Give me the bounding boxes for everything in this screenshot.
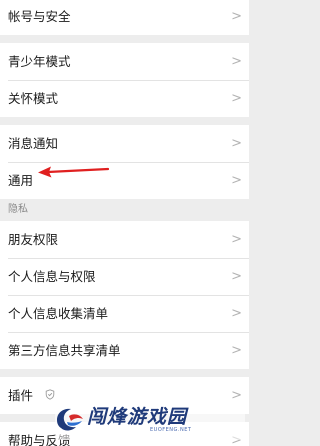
privacy-group: 朋友权限 > 个人信息与权限 > 个人信息收集清单 > 第三方信息共享清单 > bbox=[0, 221, 249, 369]
settings-item-personal-info-collection[interactable]: 个人信息收集清单 > bbox=[0, 295, 249, 332]
watermark-subtext: EUOFENG.NET bbox=[150, 427, 192, 433]
chevron-right-icon: > bbox=[231, 343, 242, 358]
group-divider bbox=[0, 117, 249, 125]
settings-item-care-mode[interactable]: 关怀模式 > bbox=[0, 80, 249, 117]
settings-item-label: 消息通知 bbox=[8, 136, 59, 151]
group-divider bbox=[0, 369, 249, 377]
account-group: 帐号与安全 > bbox=[0, 0, 249, 35]
chevron-right-icon: > bbox=[231, 173, 242, 188]
settings-item-label: 朋友权限 bbox=[8, 232, 59, 247]
settings-item-friend-permissions[interactable]: 朋友权限 > bbox=[0, 221, 249, 258]
chevron-right-icon: > bbox=[231, 136, 242, 151]
chevron-right-icon: > bbox=[231, 54, 242, 69]
watermark-logo: 闯烽游戏园 EUOFENG.NET bbox=[55, 400, 245, 440]
general-group: 消息通知 > 通用 > bbox=[0, 125, 249, 199]
settings-item-teen-mode[interactable]: 青少年模式 > bbox=[0, 43, 249, 80]
privacy-section-label: 隐私 bbox=[0, 199, 249, 221]
chevron-right-icon: > bbox=[231, 232, 242, 247]
settings-screen: 帐号与安全 > 青少年模式 > 关怀模式 > 消息通知 > 通用 > 隐私 朋友… bbox=[0, 0, 249, 446]
settings-item-label: 第三方信息共享清单 bbox=[8, 343, 121, 358]
settings-item-third-party-sharing[interactable]: 第三方信息共享清单 > bbox=[0, 332, 249, 369]
watermark-text: 闯烽游戏园 bbox=[87, 406, 188, 428]
settings-item-label: 个人信息与权限 bbox=[8, 269, 96, 284]
settings-item-label: 帐号与安全 bbox=[8, 9, 71, 24]
watermark-emblem-icon bbox=[57, 408, 83, 431]
chevron-right-icon: > bbox=[231, 269, 242, 284]
settings-item-label: 关怀模式 bbox=[8, 91, 59, 106]
settings-item-label: 青少年模式 bbox=[8, 54, 71, 69]
settings-item-personal-info-permissions[interactable]: 个人信息与权限 > bbox=[0, 258, 249, 295]
chevron-right-icon: > bbox=[231, 91, 242, 106]
chevron-right-icon: > bbox=[231, 306, 242, 321]
mode-group: 青少年模式 > 关怀模式 > bbox=[0, 43, 249, 117]
chevron-right-icon: > bbox=[231, 9, 242, 24]
red-arrow-pointing-left-icon bbox=[38, 166, 110, 178]
settings-item-notifications[interactable]: 消息通知 > bbox=[0, 125, 249, 162]
settings-item-label: 个人信息收集清单 bbox=[8, 306, 109, 321]
settings-item-label: 插件 bbox=[8, 388, 34, 403]
settings-item-account-security[interactable]: 帐号与安全 > bbox=[0, 0, 249, 35]
settings-item-label: 通用 bbox=[8, 173, 34, 188]
group-divider bbox=[0, 35, 249, 43]
plugin-shield-icon bbox=[45, 377, 55, 414]
